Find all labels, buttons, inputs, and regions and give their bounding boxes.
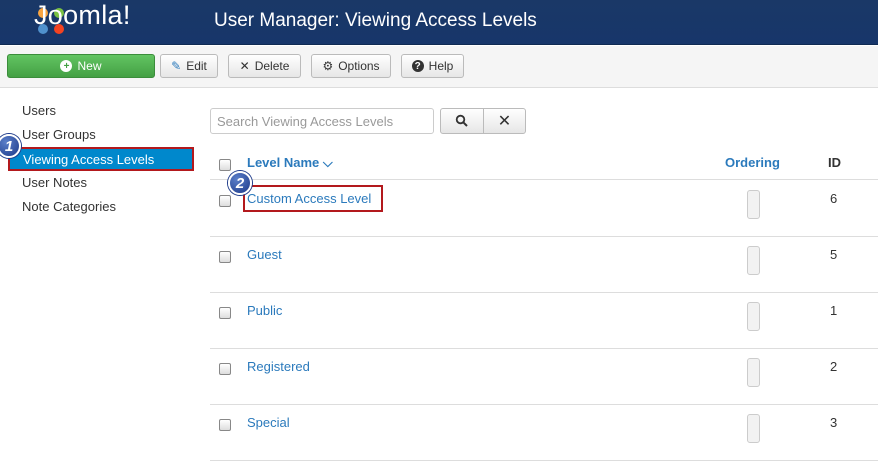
select-all-checkbox[interactable]: [219, 159, 231, 171]
level-name-header-label: Level Name: [247, 155, 320, 170]
gear-icon: ⚙: [322, 59, 334, 73]
clear-x-icon: ✕: [497, 113, 512, 130]
row-checkbox[interactable]: [219, 195, 231, 207]
search-button[interactable]: [440, 108, 484, 134]
highlight-box: [243, 185, 383, 212]
table-row: Registered 2: [210, 349, 878, 405]
ordering-handle[interactable]: [747, 190, 760, 219]
row-id: 2: [830, 359, 838, 374]
step-badge-2: 2: [228, 171, 252, 195]
question-circle-icon: ?: [411, 60, 424, 72]
edit-button-label: Edit: [186, 59, 207, 73]
search-input[interactable]: [210, 108, 434, 134]
chevron-down-icon: ⌵: [322, 155, 333, 170]
delete-button[interactable]: ✕ Delete: [228, 54, 301, 78]
plus-circle-icon: +: [60, 60, 73, 72]
edit-button[interactable]: ✎ Edit: [160, 54, 218, 78]
header-bar: Joomla! User Manager: Viewing Access Lev…: [0, 0, 878, 45]
row-checkbox[interactable]: [219, 251, 231, 263]
search-icon: [455, 114, 468, 127]
level-name-link[interactable]: Special: [247, 415, 290, 430]
row-checkbox[interactable]: [219, 307, 231, 319]
ordering-handle[interactable]: [747, 414, 760, 443]
options-button-label: Options: [338, 59, 380, 73]
ordering-handle[interactable]: [747, 302, 760, 331]
id-header: ID: [828, 155, 841, 170]
table-row: Guest 5: [210, 237, 878, 293]
ordering-sort-header[interactable]: Ordering: [725, 155, 780, 170]
table-header: Level Name ⌵ Ordering ID: [210, 148, 878, 180]
level-name-link[interactable]: Registered: [247, 359, 310, 374]
level-name-sort-header[interactable]: Level Name ⌵: [247, 155, 333, 171]
new-button[interactable]: + New: [7, 54, 155, 78]
sidebar-item-user-groups[interactable]: User Groups: [22, 127, 96, 142]
toolbar: + New ✎ Edit ✕ Delete ⚙ Options ? Help: [0, 46, 878, 88]
delete-x-icon: ✕: [239, 59, 250, 73]
row-id: 3: [830, 415, 838, 430]
row-checkbox[interactable]: [219, 363, 231, 375]
new-button-label: New: [77, 59, 102, 73]
sidebar-item-users[interactable]: Users: [22, 103, 56, 118]
help-button[interactable]: ? Help: [401, 54, 464, 78]
sidebar-item-user-notes[interactable]: User Notes: [22, 175, 87, 190]
level-name-link[interactable]: Public: [247, 303, 282, 318]
sidebar-item-label: Viewing Access Levels: [23, 152, 155, 167]
help-button-label: Help: [428, 59, 454, 73]
delete-button-label: Delete: [254, 59, 290, 73]
row-checkbox[interactable]: [219, 419, 231, 431]
table-row: Public 1: [210, 293, 878, 349]
edit-icon: ✎: [171, 59, 182, 73]
page-title: User Manager: Viewing Access Levels: [214, 10, 537, 31]
sidebar-item-viewing-access-levels[interactable]: Viewing Access Levels: [8, 147, 194, 171]
row-id: 5: [830, 247, 838, 262]
ordering-handle[interactable]: [747, 358, 760, 387]
sidebar-item-note-categories[interactable]: Note Categories: [22, 199, 116, 214]
table-row: Special 3: [210, 405, 878, 461]
level-name-link[interactable]: Guest: [247, 247, 282, 262]
row-id: 6: [830, 191, 838, 206]
options-button[interactable]: ⚙ Options: [311, 54, 391, 78]
clear-search-button[interactable]: ✕: [483, 108, 526, 134]
joomla-logo-text: Joomla!: [34, 0, 131, 30]
row-id: 1: [830, 303, 838, 318]
ordering-handle[interactable]: [747, 246, 760, 275]
